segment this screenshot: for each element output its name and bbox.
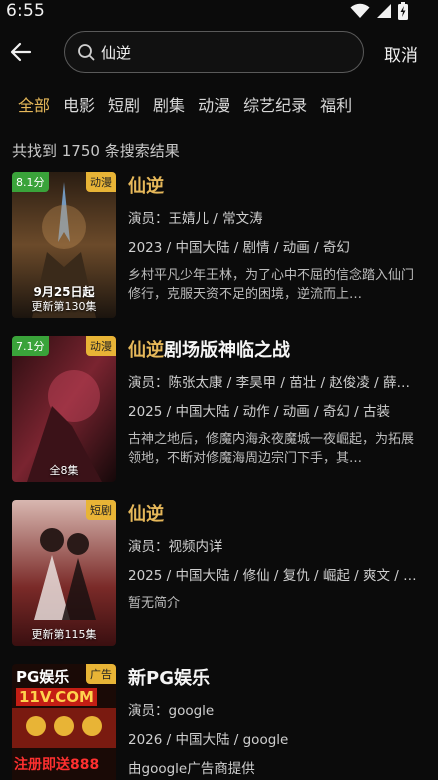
title-highlight: 仙逆 bbox=[128, 504, 164, 525]
meta-line: 2023 / 中国大陆 / 剧情 / 动画 / 奇幻 bbox=[128, 240, 350, 256]
tab-all[interactable]: 全部 bbox=[18, 92, 50, 116]
arrow-left-icon bbox=[10, 42, 32, 62]
result-item[interactable]: 短剧 更新第115集 仙逆 演员：视频内详 2025 / 中国大陆 / 修仙 /… bbox=[0, 500, 438, 648]
search-icon bbox=[78, 44, 95, 61]
cell-signal-icon bbox=[377, 4, 391, 18]
poster-art-xianni-short bbox=[12, 500, 116, 646]
episode-label: 更新第115集 bbox=[31, 628, 97, 641]
search-box[interactable] bbox=[64, 31, 364, 73]
episode-label: 更新第130集 bbox=[31, 300, 97, 313]
search-bar-row: 取消 bbox=[0, 30, 438, 74]
status-bar: 6:55 bbox=[0, 0, 438, 26]
result-info: 仙逆剧场版神临之战 演员：陈张太康 / 李昊甲 / 苗壮 / 赵俊凌 / 薛… … bbox=[128, 336, 424, 468]
battery-icon bbox=[398, 2, 408, 20]
meta-line: 2026 / 中国大陆 / google bbox=[128, 732, 289, 748]
category-tag: 动漫 bbox=[86, 336, 116, 356]
result-title[interactable]: 新PG娱乐 bbox=[128, 664, 424, 690]
episode-label: 全8集 bbox=[49, 464, 79, 477]
category-tag: 短剧 bbox=[86, 500, 116, 520]
wifi-icon bbox=[350, 3, 370, 18]
cancel-button[interactable]: 取消 bbox=[384, 41, 418, 66]
ad-promo-text: 注册即送888 bbox=[14, 757, 100, 773]
description: 暂无简介 bbox=[128, 596, 181, 611]
score-badge: 7.1分 bbox=[12, 336, 49, 356]
ad-brand-text: PG娱乐 bbox=[16, 668, 70, 686]
category-tabs: 全部 电影 短剧 剧集 动漫 综艺纪录 福利 bbox=[18, 92, 365, 116]
result-item[interactable]: 7.1分 动漫 全8集 仙逆剧场版神临之战 演员：陈张太康 / 李昊甲 / 苗壮… bbox=[0, 336, 438, 484]
ad-item[interactable]: PG娱乐 11V.COM 注册即送888 广告 新PG娱乐 演员：google … bbox=[0, 664, 438, 780]
result-info: 仙逆 演员：视频内详 2025 / 中国大陆 / 修仙 / 复仇 / 崛起 / … bbox=[128, 500, 424, 632]
title-highlight: 仙逆 bbox=[128, 340, 164, 361]
tab-movies[interactable]: 电影 bbox=[63, 92, 95, 116]
cast-line: 演员：陈张太康 / 李昊甲 / 苗壮 / 赵俊凌 / 薛… bbox=[128, 375, 411, 391]
tab-short-dramas[interactable]: 短剧 bbox=[108, 92, 140, 116]
poster-art-xianni-movie bbox=[12, 336, 116, 482]
meta-line: 2025 / 中国大陆 / 修仙 / 复仇 / 崛起 / 爽文 / … bbox=[128, 568, 417, 584]
score-badge: 8.1分 bbox=[12, 172, 49, 192]
poster-image[interactable]: 短剧 更新第115集 bbox=[12, 500, 116, 646]
tab-welfare[interactable]: 福利 bbox=[320, 92, 352, 116]
title-rest: 新PG娱乐 bbox=[128, 668, 210, 689]
poster-image[interactable]: 7.1分 动漫 全8集 bbox=[12, 336, 116, 482]
title-rest: 剧场版神临之战 bbox=[164, 340, 290, 361]
result-count: 共找到 1750 条搜索结果 bbox=[12, 142, 180, 160]
poster-image[interactable]: 8.1分 动漫 9月25日起 更新第130集 bbox=[12, 172, 116, 318]
cast-line: 演员：视频内详 bbox=[128, 539, 223, 555]
tab-anime[interactable]: 动漫 bbox=[198, 92, 230, 116]
cast-line: 演员：google bbox=[128, 703, 215, 719]
status-icons bbox=[350, 2, 408, 20]
result-title[interactable]: 仙逆 bbox=[128, 172, 424, 198]
search-input[interactable] bbox=[101, 40, 351, 64]
result-item[interactable]: 8.1分 动漫 9月25日起 更新第130集 仙逆 演员：王婧儿 / 常文涛 2… bbox=[0, 172, 438, 320]
description: 乡村平凡少年王林，为了心中不屈的信念踏入仙门修行，克服天资不足的困境，逆流而上… bbox=[128, 268, 415, 302]
tab-variety-documentary[interactable]: 综艺纪录 bbox=[243, 92, 307, 116]
ad-domain-text: 11V.COM bbox=[16, 688, 97, 706]
status-time: 6:55 bbox=[6, 1, 45, 21]
ad-poster-image[interactable]: PG娱乐 11V.COM 注册即送888 广告 bbox=[12, 664, 116, 780]
title-highlight: 仙逆 bbox=[128, 176, 164, 197]
ad-tag: 广告 bbox=[86, 664, 116, 684]
cast-line: 演员：王婧儿 / 常文涛 bbox=[128, 211, 263, 227]
tab-series[interactable]: 剧集 bbox=[153, 92, 185, 116]
result-info: 新PG娱乐 演员：google 2026 / 中国大陆 / google 由go… bbox=[128, 664, 424, 777]
category-tag: 动漫 bbox=[86, 172, 116, 192]
result-info: 仙逆 演员：王婧儿 / 常文涛 2023 / 中国大陆 / 剧情 / 动画 / … bbox=[128, 172, 424, 304]
back-button[interactable] bbox=[8, 39, 34, 65]
description: 古神之地后，修魔内海永夜魔城一夜崛起，为拓展领地，不断对修魔海周边宗门下手，其… bbox=[128, 432, 415, 466]
meta-line: 2025 / 中国大陆 / 动作 / 动画 / 奇幻 / 古装 bbox=[128, 404, 391, 420]
result-title[interactable]: 仙逆剧场版神临之战 bbox=[128, 336, 424, 362]
description: 由google广告商提供 bbox=[128, 761, 255, 777]
result-title[interactable]: 仙逆 bbox=[128, 500, 424, 526]
